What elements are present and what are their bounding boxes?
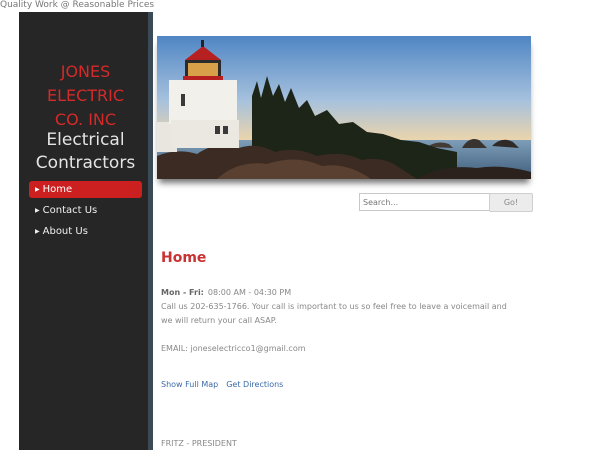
page-title: Home <box>161 250 207 266</box>
nav-item-contact-us[interactable]: ▶ Contact Us <box>29 202 142 219</box>
company-name-line: JONES <box>60 62 111 81</box>
search-button[interactable]: Go! <box>489 193 533 212</box>
call-info: Call us 202-635-1766. Your call is impor… <box>161 300 507 328</box>
hours-label: Mon - Fri: <box>161 288 204 297</box>
sidebar-edge <box>148 12 153 450</box>
triangle-right-icon: ▶ <box>35 207 40 214</box>
call-info-line: we will return your call ASAP. <box>161 316 277 325</box>
search-input[interactable] <box>359 193 494 211</box>
company-subtitle-line: Contractors <box>35 153 136 173</box>
get-directions-link[interactable]: Get Directions <box>226 380 283 389</box>
company-name-line: ELECTRIC <box>46 86 125 105</box>
triangle-right-icon: ▶ <box>35 228 40 235</box>
hours-value: 08:00 AM - 04:30 PM <box>207 288 292 297</box>
president-name: FRITZ - PRESIDENT <box>161 439 237 448</box>
main-nav: ▶ Home ▶ Contact Us ▶ About Us <box>29 181 142 244</box>
lighthouse-banner-image <box>157 36 531 179</box>
show-full-map-link[interactable]: Show Full Map <box>161 380 218 389</box>
email-info: EMAIL: joneselectricco1@gmail.com <box>161 344 306 353</box>
triangle-right-icon: ▶ <box>35 186 40 193</box>
nav-item-label: About Us <box>42 226 88 237</box>
nav-item-label: Contact Us <box>42 205 98 216</box>
company-subtitle-line: Electrical <box>46 130 125 150</box>
nav-item-home[interactable]: ▶ Home <box>29 181 142 198</box>
company-name: JONES ELECTRIC CO. INC <box>19 60 152 132</box>
company-subtitle: Electrical Contractors <box>19 129 152 175</box>
nav-item-about-us[interactable]: ▶ About Us <box>29 223 142 240</box>
map-links: Show Full Map Get Directions <box>161 378 291 392</box>
business-hours: Mon - Fri: 08:00 AM - 04:30 PM <box>161 286 291 300</box>
site-tagline: Quality Work @ Reasonable Prices <box>0 0 155 10</box>
call-info-line: Call us 202-635-1766. Your call is impor… <box>161 302 507 311</box>
nav-item-label: Home <box>42 184 73 195</box>
